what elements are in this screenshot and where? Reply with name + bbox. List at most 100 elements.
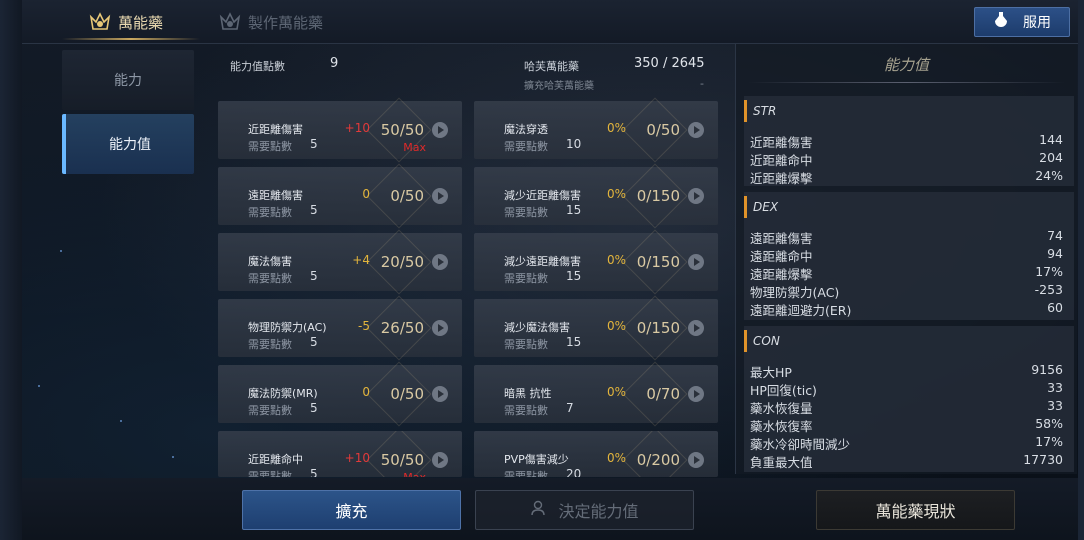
required-points: 10 (566, 137, 582, 151)
required-points-label: 需要點數 (504, 140, 548, 153)
stat-name: 魔法穿透 (504, 123, 548, 136)
play-arrow-icon[interactable] (688, 254, 704, 270)
potion-icon (993, 11, 1009, 33)
stat-card[interactable]: 減少魔法傷害 需要點數 15 0% 0/150 (474, 295, 718, 361)
stat-progress: 0/70 (624, 379, 704, 409)
nav-stats-label: 能力值 (109, 137, 151, 153)
stat-name: 減少遠距離傷害 (504, 255, 581, 268)
progress-text: 0/50 (646, 121, 680, 139)
dex-header: DEX (744, 196, 1074, 218)
stat-row-key: 近距離傷害 (750, 135, 813, 150)
stat-row-key: HP回復(tic) (750, 383, 817, 398)
stat-bonus: -5 (358, 319, 370, 333)
stat-row-key: 藥水恢復率 (750, 419, 813, 434)
status-button-label: 萬能藥現狀 (875, 502, 956, 521)
stat-card[interactable]: 暗黑 抗性 需要點數 7 0% 0/70 (474, 361, 718, 427)
progress-text: 0/50 (390, 187, 424, 205)
stat-row-value: 33 (1047, 398, 1063, 413)
stat-row-key: 物理防禦力(AC) (750, 285, 840, 300)
required-points-label: 需要點數 (504, 206, 548, 219)
elixir-status-button[interactable]: 萬能藥現狀 (816, 490, 1015, 530)
stat-row-value: 60 (1047, 300, 1063, 315)
stat-name: 魔法防禦(MR) (248, 387, 318, 400)
required-points: 15 (566, 269, 582, 283)
stat-bonus: 0% (606, 451, 626, 465)
required-points-label: 需要點數 (248, 470, 292, 477)
nav-stats[interactable]: 能力值 (62, 114, 194, 174)
progress-text: 50/50 (380, 451, 424, 469)
stats-panel-title: 能力值 (883, 56, 929, 74)
stat-progress: 0/150 (624, 313, 704, 343)
stat-row: 最大HP 9156 (750, 362, 1063, 380)
stat-row: 遠距離命中 94 (750, 246, 1063, 264)
con-header: CON (744, 330, 1074, 352)
play-arrow-icon[interactable] (432, 254, 448, 270)
elixir-sub-label: 擴充哈芙萬能藥 (524, 81, 594, 92)
elixir-sub-value: - (700, 77, 704, 90)
stat-card[interactable]: 魔法防禦(MR) 需要點數 5 0 0/50 (218, 361, 462, 427)
progress-text: 50/50 (380, 121, 424, 139)
stat-bonus: 0 (362, 385, 370, 399)
progress-text: 0/150 (636, 187, 680, 205)
stat-row-value: 24% (1035, 168, 1063, 183)
decide-stats-button[interactable]: 決定能力值 (475, 490, 694, 530)
title-divider (748, 82, 1065, 83)
stat-progress: 0/200 (624, 445, 704, 475)
stat-row-value: 74 (1047, 228, 1063, 243)
stat-name: PVP傷害減少 (504, 453, 569, 466)
expand-button[interactable]: 擴充 (242, 490, 461, 530)
stat-row-key: 近距離爆擊 (750, 171, 813, 186)
nav-ability[interactable]: 能力 (62, 50, 194, 110)
play-arrow-icon[interactable] (688, 320, 704, 336)
tab-craft-elixir[interactable]: 製作萬能藥 (218, 8, 323, 36)
stat-progress: 26/50 (368, 313, 448, 343)
nav-ability-label: 能力 (114, 73, 142, 89)
required-points-label: 需要點數 (504, 272, 548, 285)
stat-card[interactable]: 減少近距離傷害 需要點數 15 0% 0/150 (474, 163, 718, 229)
play-arrow-icon[interactable] (432, 122, 448, 138)
play-arrow-icon[interactable] (432, 320, 448, 336)
play-arrow-icon[interactable] (688, 386, 704, 402)
points-value: 9 (330, 56, 339, 71)
stat-row-value: 17% (1035, 434, 1063, 449)
required-points: 5 (310, 401, 318, 415)
stat-card[interactable]: 魔法穿透需要點數 10 0% 0/50 (474, 97, 718, 163)
stat-bonus: +10 (344, 121, 370, 135)
use-button[interactable]: 服用 (974, 7, 1070, 37)
play-arrow-icon[interactable] (688, 122, 704, 138)
stat-row-value: 9156 (1031, 362, 1063, 377)
progress-text: 26/50 (380, 319, 424, 337)
stat-name: 物理防禦力(AC) (248, 321, 327, 334)
max-label: Max (403, 471, 426, 477)
stat-name: 近距離傷害 (248, 123, 303, 136)
play-arrow-icon[interactable] (432, 188, 448, 204)
play-arrow-icon[interactable] (432, 386, 448, 402)
required-points-label: 需要點數 (248, 140, 292, 153)
tab-craft-label: 製作萬能藥 (248, 13, 324, 32)
stat-row: 遠距離傷害 74 (750, 228, 1063, 246)
stat-card[interactable]: 物理防禦力(AC) 需要點數 5 -5 26/50 (218, 295, 462, 361)
stat-card[interactable]: PVP傷害減少 需要點數 20 0% 0/200 (474, 431, 718, 477)
stat-row-value: 94 (1047, 246, 1063, 261)
stat-row-value: 17730 (1023, 452, 1063, 467)
play-arrow-icon[interactable] (688, 452, 704, 468)
stat-card[interactable]: 近距離傷害 需要點數 5 +10 50/50 Max (218, 97, 462, 163)
play-arrow-icon[interactable] (432, 452, 448, 468)
stat-card[interactable]: 遠距離傷害 需要點數 5 0 0/50 (218, 163, 462, 229)
stat-row: 物理防禦力(AC) -253 (750, 282, 1063, 300)
stat-card[interactable]: 減少遠距離傷害 需要點數 15 0% 0/150 (474, 229, 718, 295)
progress-text: 0/70 (646, 385, 680, 403)
play-arrow-icon[interactable] (688, 188, 704, 204)
required-points-label: 需要點數 (504, 470, 548, 477)
required-points: 5 (310, 335, 318, 349)
stat-bonus: 0% (606, 121, 626, 135)
use-button-label: 服用 (1023, 15, 1051, 31)
stat-row-key: 遠距離迴避力(ER) (750, 303, 852, 318)
stat-card[interactable]: 魔法傷害 需要點數 5 +4 20/50 (218, 229, 462, 295)
tab-elixir[interactable]: 萬能藥 (88, 8, 163, 36)
elixir-label: 哈芙萬能藥 (524, 60, 579, 73)
stat-row: 近距離爆擊 24% (750, 168, 1063, 186)
star-particle (38, 385, 40, 387)
stat-card[interactable]: 近距離命中需要點數 5 +10 50/50 Max (218, 431, 462, 477)
stat-row-key: 最大HP (750, 365, 792, 380)
